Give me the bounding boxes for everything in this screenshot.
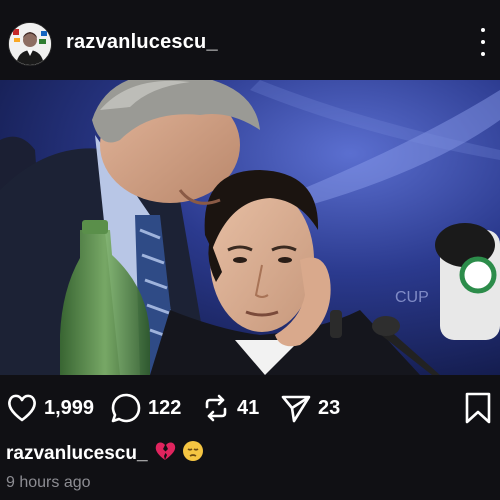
comment-button[interactable]: 122 [110, 388, 181, 428]
post-header: razvanlucescu_ [0, 0, 500, 80]
repost-icon [205, 394, 227, 422]
svg-text:CUP: CUP [395, 289, 429, 306]
repost-button[interactable]: 41 [201, 388, 259, 428]
post-image[interactable]: CUP [0, 80, 500, 375]
like-button[interactable]: 1,999 [6, 388, 94, 428]
post-username[interactable]: razvanlucescu_ [66, 31, 218, 54]
more-vertical-icon[interactable] [476, 28, 490, 56]
bookmark-button[interactable] [464, 392, 492, 429]
share-button[interactable]: 23 [280, 388, 340, 428]
heart-icon [8, 394, 36, 422]
post-timestamp: 9 hours ago [6, 474, 91, 491]
share-count: 23 [318, 396, 341, 419]
repost-count: 41 [237, 396, 260, 419]
sad-face-emoji: 😔 [182, 440, 204, 468]
send-icon [281, 395, 311, 423]
post-caption: razvanlucescu_ 💔 😔 [6, 440, 204, 468]
comment-count: 122 [148, 396, 182, 419]
like-count: 1,999 [44, 396, 95, 419]
caption-username[interactable]: razvanlucescu_ [6, 443, 148, 465]
post-actions: 1,999 122 41 23 [0, 388, 500, 428]
comment-bubble-icon [111, 393, 141, 423]
avatar[interactable] [8, 22, 52, 66]
broken-heart-emoji: 💔 [154, 441, 176, 467]
bookmark-icon [465, 392, 491, 424]
